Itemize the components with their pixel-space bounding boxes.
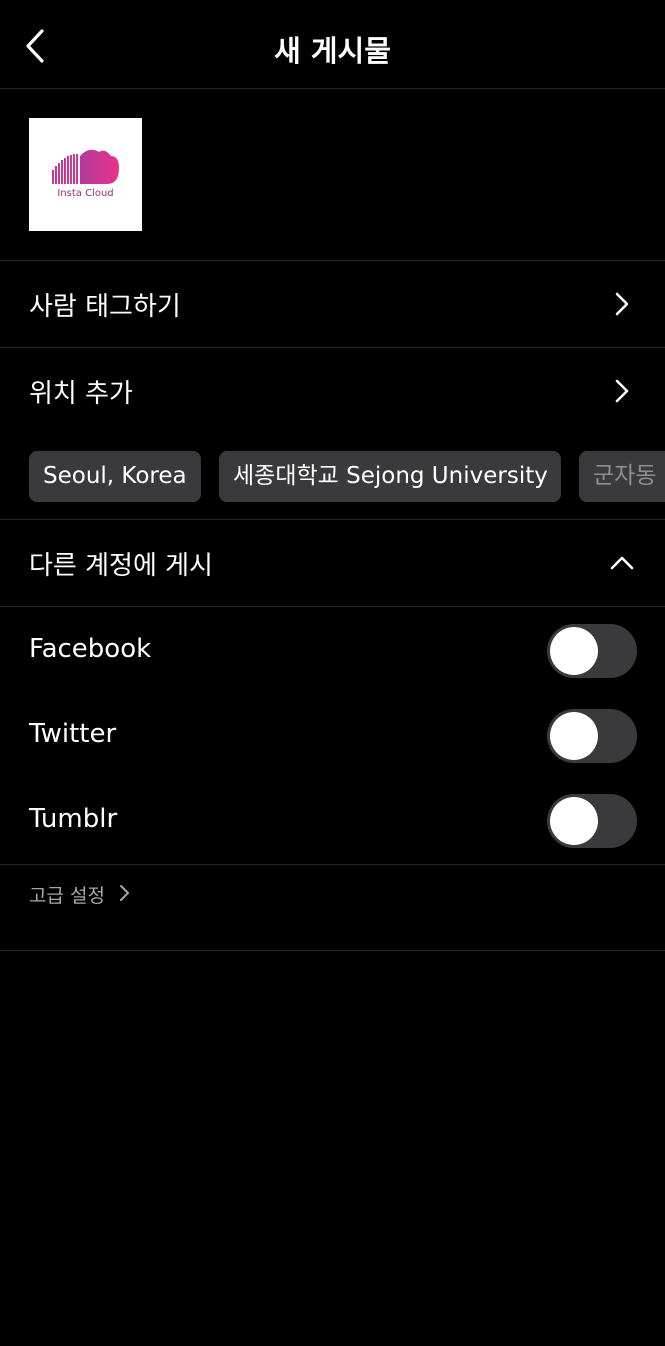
thumbnail-caption: Insta Cloud (57, 188, 114, 199)
chevron-right-icon (615, 379, 629, 403)
tag-people-label: 사람 태그하기 (29, 292, 181, 322)
chevron-right-icon (120, 885, 129, 901)
location-suggestions: Seoul, Korea 세종대학교 Sejong University 군자동 (0, 434, 665, 520)
share-to-accounts-row[interactable]: 다른 계정에 게시 (0, 520, 665, 607)
toggle-knob (550, 797, 598, 845)
chevron-up-icon (610, 556, 634, 570)
toggle-knob (550, 627, 598, 675)
post-thumbnail[interactable]: Insta Cloud (29, 118, 142, 231)
add-location-row[interactable]: 위치 추가 (0, 348, 665, 434)
twitter-label: Twitter (29, 719, 117, 749)
advanced-settings-link[interactable]: 고급 설정 (0, 865, 665, 951)
caption-input[interactable] (162, 125, 636, 229)
tumblr-label: Tumblr (29, 804, 118, 834)
twitter-toggle[interactable] (547, 709, 637, 763)
toggle-knob (550, 712, 598, 760)
cloud-logo-icon (52, 149, 119, 184)
tumblr-toggle[interactable] (547, 794, 637, 848)
add-location-label: 위치 추가 (29, 379, 133, 409)
advanced-settings-label: 고급 설정 (29, 885, 105, 907)
share-to-list: Facebook Twitter Tumblr (0, 607, 665, 865)
facebook-label: Facebook (29, 634, 152, 664)
tag-people-row[interactable]: 사람 태그하기 (0, 261, 665, 348)
location-chip[interactable]: 세종대학교 Sejong University (219, 451, 561, 502)
facebook-share-row: Facebook (0, 608, 665, 693)
share-to-accounts-label: 다른 계정에 게시 (29, 551, 213, 581)
share-button[interactable]: 공유하기 (544, 30, 647, 70)
top-navigation-bar: 새 게시물 공유하기 (0, 0, 665, 89)
post-compose-section: Insta Cloud (0, 89, 665, 261)
chevron-right-icon (615, 292, 629, 316)
twitter-share-row: Twitter (0, 693, 665, 778)
location-chip[interactable]: Seoul, Korea (29, 451, 201, 502)
location-chip[interactable]: 군자동 (579, 451, 665, 502)
facebook-toggle[interactable] (547, 624, 637, 678)
tumblr-share-row: Tumblr (0, 778, 665, 863)
